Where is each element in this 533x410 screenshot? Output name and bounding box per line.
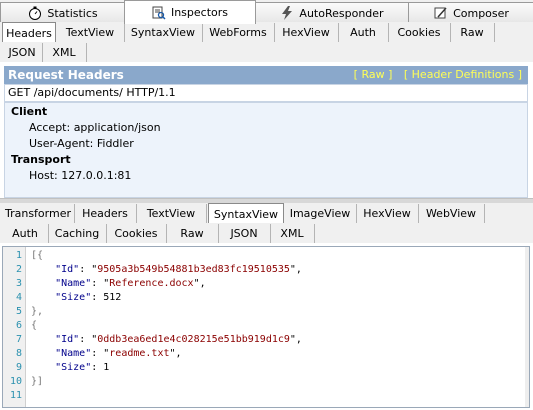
composer-icon (434, 7, 447, 19)
response-tab-row-2: Auth Caching Cookies Raw JSON XML (0, 223, 533, 243)
lightning-icon (282, 6, 293, 20)
header-user-agent[interactable]: User-Agent: Fiddler (29, 137, 134, 150)
resp-tab-transformer[interactable]: Transformer (2, 204, 75, 223)
line-number: 7 (15, 334, 22, 345)
header-accept[interactable]: Accept: application/json (29, 121, 161, 134)
req-tab-auth[interactable]: Auth (338, 23, 389, 42)
code-line: "Name": "readme.txt", (55, 348, 182, 359)
vertical-scrollbar[interactable] (525, 247, 529, 407)
stopwatch-icon (29, 6, 42, 20)
resp-tab-caching[interactable]: Caching (48, 224, 107, 243)
response-tab-row-1: Transformer Headers TextView SyntaxView … (0, 203, 533, 224)
req-tab-webforms[interactable]: WebForms (202, 23, 275, 42)
code-line: [{ (31, 250, 44, 261)
inspectors-icon (152, 6, 166, 20)
code-line: { (31, 320, 38, 331)
resp-tab-textview[interactable]: TextView (136, 204, 207, 223)
request-tab-row-1: Headers TextView SyntaxView WebForms Hex… (0, 22, 533, 43)
code-line: "Name": "Reference.docx", (55, 278, 206, 289)
line-number: 5 (15, 306, 22, 317)
code-line: "Size": 1 (55, 362, 110, 373)
request-tab-row-2: JSON XML (0, 42, 533, 62)
tab-inspectors[interactable]: Inspectors (124, 0, 256, 24)
tab-composer-label: Composer (453, 6, 509, 20)
request-headers-title-bar: Request Headers [ Raw ] [ Header Definit… (4, 66, 528, 84)
resp-tab-json[interactable]: JSON (218, 224, 271, 243)
request-headers-tree: Client Accept: application/json User-Age… (4, 102, 528, 198)
resp-tab-syntaxview[interactable]: SyntaxView (208, 203, 284, 224)
line-number: 11 (9, 390, 22, 401)
tab-composer[interactable]: Composer (408, 2, 533, 23)
tab-inspectors-label: Inspectors (170, 6, 229, 19)
code-line: "Size": 512 (55, 292, 122, 303)
header-definitions-link[interactable]: [ Header Definitions ] (404, 68, 522, 81)
tab-statistics[interactable]: Statistics (0, 2, 126, 23)
line-number: 3 (15, 278, 22, 289)
resp-tab-headers[interactable]: Headers (74, 204, 137, 223)
line-number: 4 (15, 292, 22, 303)
code-line: "Id": "0ddb3ea6ed1e4c028215e51bb919d1c9"… (55, 334, 302, 345)
resp-tab-webview[interactable]: WebView (418, 204, 485, 223)
tab-autoresponder-label: AutoResponder (299, 6, 384, 20)
req-tab-syntaxview[interactable]: SyntaxView (124, 23, 203, 42)
code-line: }, (31, 306, 44, 317)
syntax-view-editor[interactable]: 1 2 3 4 5 6 7 8 9 10 11 [{ "Id": "9505a3… (2, 246, 530, 408)
tab-autoresponder[interactable]: AutoResponder (254, 2, 410, 23)
header-host[interactable]: Host: 127.0.0.1:81 (29, 169, 131, 182)
req-tab-textview[interactable]: TextView (56, 23, 125, 42)
group-transport[interactable]: Transport (11, 153, 71, 166)
group-client[interactable]: Client (11, 105, 47, 118)
request-headers-title: Request Headers (8, 68, 124, 82)
resp-tab-cookies[interactable]: Cookies (106, 224, 167, 243)
code-line: "Id": "9505a3b549b54881b3ed83fc19510535"… (55, 264, 302, 275)
line-number: 10 (9, 376, 22, 387)
resp-tab-imageview[interactable]: ImageView (284, 204, 357, 223)
request-line: GET /api/documents/ HTTP/1.1 (4, 84, 528, 102)
req-tab-headers[interactable]: Headers (2, 22, 56, 43)
resp-tab-xml[interactable]: XML (270, 224, 315, 243)
resp-tab-hexview[interactable]: HexView (356, 204, 419, 223)
top-tab-bar: Statistics Inspectors AutoResponder Comp… (0, 0, 533, 24)
line-number: 9 (15, 362, 22, 373)
line-number: 1 (15, 250, 22, 261)
line-number: 8 (15, 348, 22, 359)
req-tab-hexview[interactable]: HexView (274, 23, 339, 42)
line-number: 2 (15, 264, 22, 275)
code-line: }] (31, 376, 44, 387)
req-tab-raw[interactable]: Raw (450, 23, 495, 42)
raw-link[interactable]: [ Raw ] (354, 68, 393, 81)
tab-statistics-label: Statistics (47, 6, 98, 20)
resp-tab-auth[interactable]: Auth (2, 224, 49, 243)
resp-tab-raw[interactable]: Raw (166, 224, 219, 243)
req-tab-xml[interactable]: XML (42, 43, 87, 62)
req-tab-json[interactable]: JSON (2, 43, 43, 62)
line-number-gutter: 1 2 3 4 5 6 7 8 9 10 11 (3, 247, 26, 407)
req-tab-cookies[interactable]: Cookies (388, 23, 451, 42)
line-number: 6 (15, 320, 22, 331)
